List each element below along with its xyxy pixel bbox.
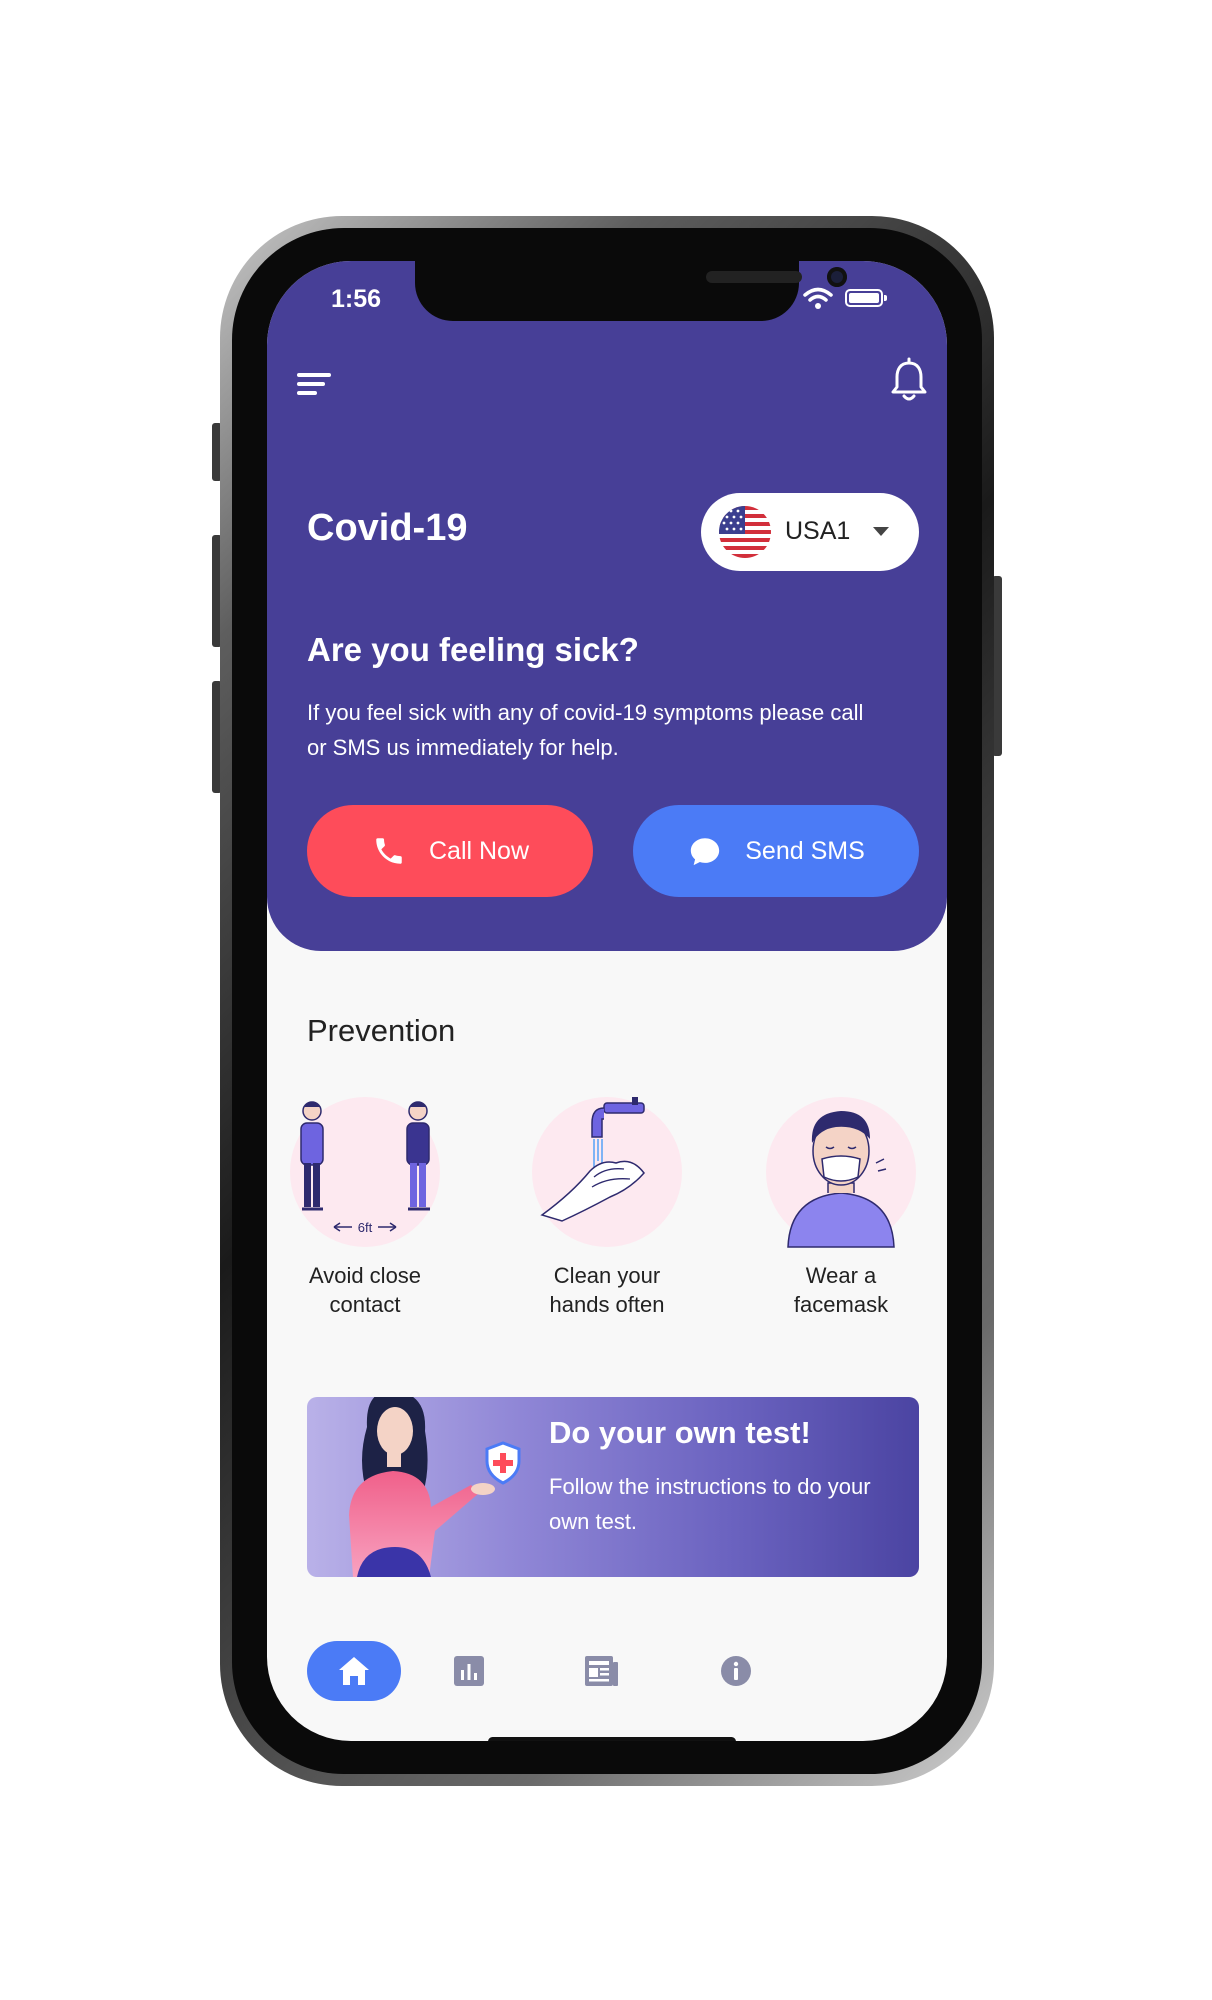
notifications-button[interactable]: [887, 357, 931, 405]
header-panel: 1:56 Covid-19 USA1 Are you feeling sick?…: [267, 261, 947, 951]
status-time: 1:56: [331, 285, 382, 313]
chat-bubble-icon: [687, 833, 723, 869]
prevention-item-label: Wear a facemask: [741, 1261, 941, 1319]
app-screen: 1:56 Covid-19 USA1 Are you feeling sick?…: [267, 261, 947, 1741]
label-line-1: Wear a: [805, 1263, 877, 1288]
label-line-2: hands often: [549, 1292, 665, 1317]
label-line-2: facemask: [793, 1292, 889, 1317]
label-line-1: Clean your: [553, 1263, 661, 1288]
woman-illustration: [349, 1397, 521, 1577]
call-now-button[interactable]: Call Now: [307, 805, 593, 897]
bottom-navigation: [267, 1641, 947, 1741]
hamburger-icon: [297, 373, 331, 395]
alert-description: If you feel sick with any of covid-19 sy…: [307, 700, 864, 760]
avoid-contact-illustration: 6ft: [290, 1097, 440, 1247]
test-card-description: Follow the instructions to do your own t…: [549, 1474, 871, 1534]
home-icon: [339, 1657, 369, 1685]
phone-icon: [371, 833, 407, 869]
nav-info-button[interactable]: [718, 1653, 754, 1689]
bell-icon: [891, 357, 927, 401]
nav-stats-button[interactable]: [451, 1653, 487, 1689]
prevention-item-label: Avoid close contact: [267, 1261, 465, 1319]
wash-hands-illustration: [532, 1097, 682, 1247]
country-select[interactable]: USA1: [701, 493, 919, 571]
menu-button[interactable]: [293, 365, 341, 405]
prevention-item-label: Clean your hands often: [507, 1261, 707, 1319]
send-sms-label: Send SMS: [745, 836, 865, 865]
prevention-title: Prevention: [307, 1013, 456, 1048]
stats-icon: [454, 1656, 484, 1686]
label-line-1: Avoid close: [308, 1263, 422, 1288]
speaker-grille: [706, 271, 802, 283]
call-now-label: Call Now: [428, 836, 530, 865]
facemask-illustration: [766, 1097, 916, 1248]
battery-icon: [845, 289, 887, 307]
chevron-down-icon: [873, 527, 889, 536]
country-label: USA1: [785, 517, 851, 545]
test-card-title: Do your own test!: [549, 1415, 811, 1450]
alert-title: Are you feeling sick?: [307, 631, 639, 668]
send-sms-button[interactable]: Send SMS: [633, 805, 919, 897]
distance-label: 6ft: [358, 1220, 373, 1235]
page-title: Covid-19: [307, 507, 468, 549]
us-flag-icon: [719, 506, 771, 558]
info-icon: [721, 1656, 751, 1686]
self-test-card[interactable]: Do your own test! Follow the instruction…: [307, 1397, 919, 1577]
front-camera: [827, 267, 847, 287]
nav-home-button[interactable]: [307, 1641, 401, 1701]
phone-notch: [415, 261, 847, 321]
nav-news-button[interactable]: [584, 1653, 620, 1689]
home-indicator[interactable]: [488, 1737, 736, 1741]
wifi-icon: [803, 287, 833, 309]
label-line-2: contact: [329, 1292, 401, 1317]
news-icon: [585, 1656, 618, 1686]
